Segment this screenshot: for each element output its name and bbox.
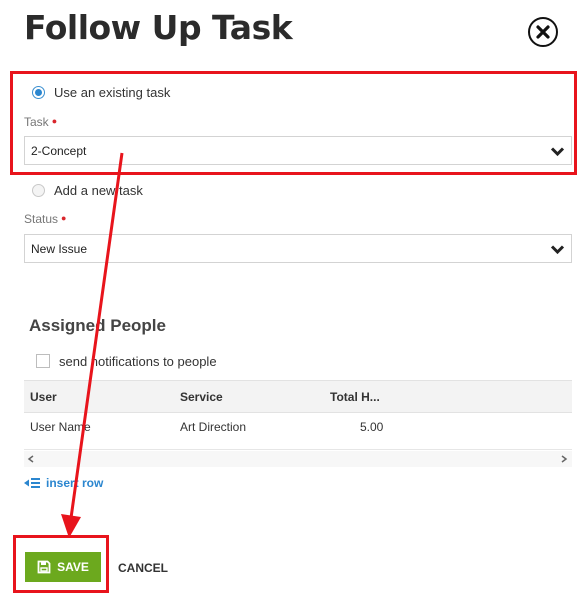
table-header-row: User Service Total H... [24,381,572,413]
column-header-service[interactable]: Service [180,390,223,404]
status-label-text: Status [24,212,59,226]
insert-row-link[interactable]: insert row [24,476,103,490]
status-select-value: New Issue [31,241,88,256]
table-row[interactable]: User Name Art Direction 5.00 [24,413,572,450]
status-label: Status ● [24,212,66,226]
scroll-left-icon[interactable] [27,455,35,463]
task-select-value: 2-Concept [31,143,87,158]
required-dot: ● [51,116,58,126]
cell-user[interactable]: User Name [30,420,91,434]
chevron-down-icon [550,147,565,157]
radio-existing-label: Use an existing task [54,85,171,100]
task-select[interactable]: 2-Concept [24,136,572,165]
required-dot: ● [61,213,67,223]
chevron-down-icon [550,245,565,255]
horizontal-scrollbar[interactable] [24,451,572,467]
task-label-text: Task [24,115,49,129]
status-select[interactable]: New Issue [24,234,572,263]
radio-existing-task[interactable] [32,86,45,99]
radio-new-task[interactable] [32,184,45,197]
close-icon [536,25,550,39]
close-button[interactable] [528,17,558,47]
radio-new-label: Add a new task [54,183,143,198]
column-header-user[interactable]: User [30,390,57,404]
notify-label: send notifications to people [59,354,217,369]
cancel-button[interactable]: CANCEL [118,561,168,575]
assigned-people-title: Assigned People [29,316,166,335]
scroll-right-icon[interactable] [560,455,568,463]
notify-checkbox[interactable] [36,354,50,368]
task-label: Task ● [24,115,57,129]
insert-row-icon [24,478,40,488]
column-header-total-hours[interactable]: Total H... [330,390,380,404]
assigned-table: User Service Total H... User Name Art Di… [24,380,572,469]
cell-total-hours[interactable]: 5.00 [360,420,383,434]
save-icon [37,560,51,574]
save-label: SAVE [57,560,89,574]
cell-service[interactable]: Art Direction [180,420,246,434]
insert-row-label: insert row [46,476,104,490]
save-button[interactable]: SAVE [25,552,101,582]
dialog-title: Follow Up Task [24,8,293,47]
